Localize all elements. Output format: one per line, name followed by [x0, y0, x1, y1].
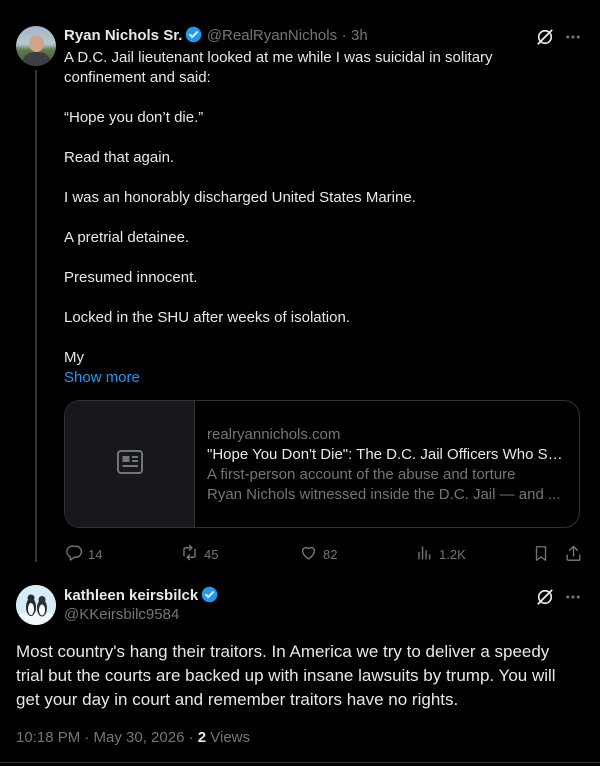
avatar[interactable] [16, 26, 56, 66]
like-count: 82 [323, 546, 338, 562]
tweet-time[interactable]: 3h [351, 27, 368, 44]
more-icon[interactable] [562, 586, 584, 608]
article-icon [116, 449, 144, 480]
tweet-meta: 10:18 PM · May 30, 2026 · 2 Views [16, 729, 250, 746]
tweet-line: confinement and said: [64, 69, 211, 86]
tweet-line: Most country's hang their traitors. In A… [16, 642, 550, 661]
tweet-line: Locked in the SHU after weeks of isolati… [64, 309, 350, 326]
author-name[interactable]: Ryan Nichols Sr. [64, 27, 182, 44]
tweet-line: “Hope you don’t die.” [64, 109, 204, 126]
views-count: 1.2K [439, 546, 466, 562]
author-handle[interactable]: @RealRyanNichols [207, 27, 337, 44]
bookmark-icon[interactable] [531, 543, 551, 563]
author-name[interactable]: kathleen keirsbilck [64, 587, 198, 604]
card-body: realryannichols.com "Hope You Don't Die"… [207, 425, 567, 505]
tweet-line: I was an honorably discharged United Sta… [64, 189, 416, 206]
tweet-line: trial but the courts are backed up with … [16, 666, 556, 685]
tweet-body: Most country's hang their traitors. In A… [16, 640, 588, 712]
card-domain: realryannichols.com [207, 426, 341, 443]
tweet-line: A pretrial detainee. [64, 229, 190, 246]
grok-icon[interactable] [534, 26, 556, 48]
reply-icon [64, 543, 83, 565]
card-title: "Hope You Don't Die": The D.C. Jail Offi… [207, 446, 567, 463]
views-count: 2 [197, 729, 207, 746]
separator: · [341, 27, 347, 44]
card-description: Ryan Nichols witnessed inside the D.C. J… [207, 486, 561, 503]
tweet-line: Read that again. [64, 149, 175, 166]
views-button[interactable]: 1.2K [415, 543, 466, 565]
tweet-line: A D.C. Jail lieutenant looked at me whil… [64, 49, 493, 66]
views-icon [415, 543, 434, 565]
tweet-line: My [64, 349, 84, 366]
tweet-body: A D.C. Jail lieutenant looked at me whil… [64, 48, 584, 388]
timestamp[interactable]: 10:18 PM · May 30, 2026 · [16, 729, 198, 746]
tweet-header: kathleen keirsbilck [64, 586, 218, 608]
views-label: Views [206, 729, 251, 746]
reply-count: 14 [88, 546, 103, 562]
tweet-line: Presumed innocent. [64, 269, 198, 286]
like-button[interactable]: 82 [299, 543, 337, 565]
grok-icon[interactable] [534, 586, 556, 608]
repost-count: 45 [204, 546, 219, 562]
tweet-header: Ryan Nichols Sr. @RealRyanNichols · 3h [64, 26, 368, 48]
repost-icon [180, 543, 199, 565]
more-icon[interactable] [562, 26, 584, 48]
show-more-link[interactable]: Show more [64, 368, 584, 388]
link-card[interactable]: realryannichols.com "Hope You Don't Die"… [64, 400, 580, 528]
like-icon [299, 543, 318, 565]
divider [0, 762, 600, 763]
card-thumbnail [65, 401, 195, 527]
repost-button[interactable]: 45 [180, 543, 218, 565]
verified-icon [185, 26, 202, 48]
share-icon[interactable] [563, 543, 583, 563]
thread-line [35, 70, 37, 562]
avatar[interactable] [16, 585, 56, 625]
reply-button[interactable]: 14 [64, 543, 102, 565]
author-handle[interactable]: @KKeirsbilc9584 [64, 606, 179, 623]
verified-icon [201, 586, 218, 608]
tweet-line: get your day in court and remember trait… [16, 690, 459, 709]
card-description: A first-person account of the abuse and … [207, 466, 516, 483]
